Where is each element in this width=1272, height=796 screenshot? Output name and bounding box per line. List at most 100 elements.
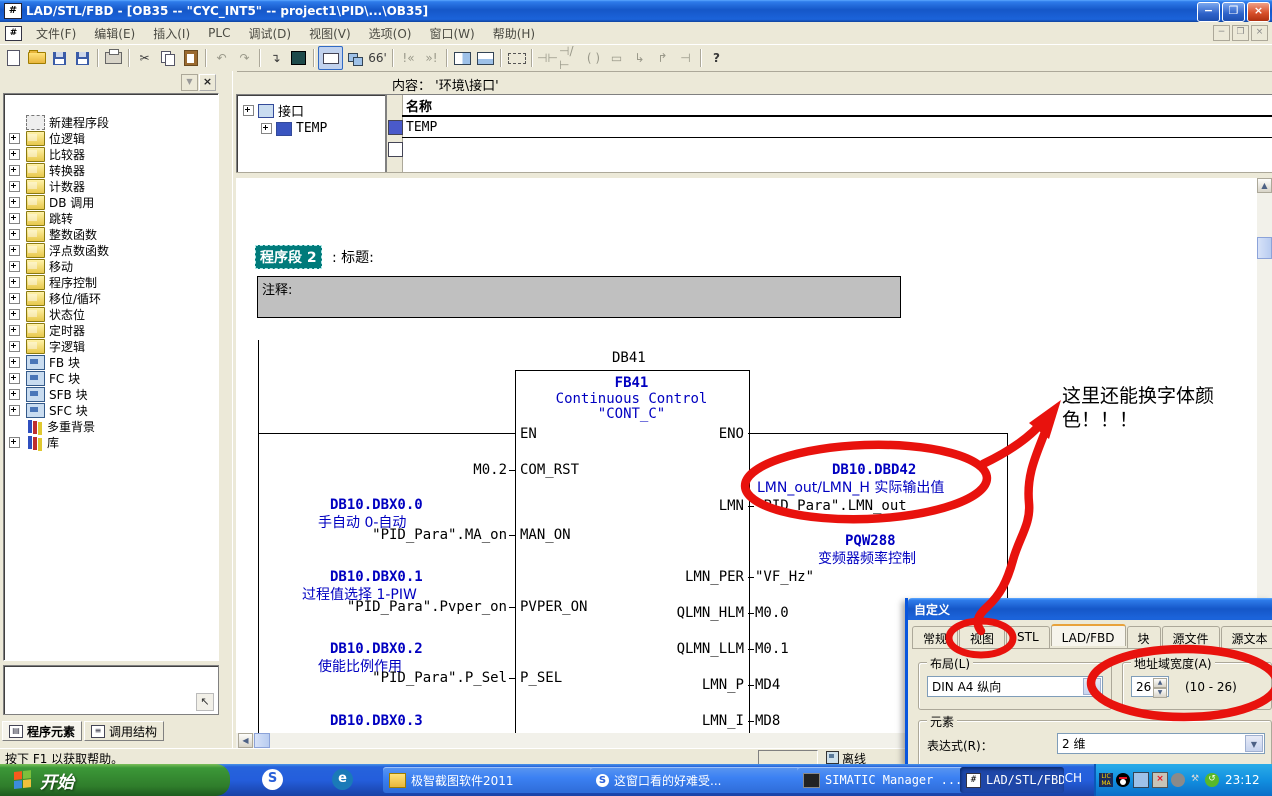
expand-icon[interactable] [9,325,20,336]
cut-button[interactable]: ✂ [133,47,156,69]
download-button[interactable] [287,47,310,69]
operand-pvper-on[interactable]: "PID_Para".Pvper_on [300,599,507,615]
expand-icon[interactable] [9,357,20,368]
paste-button[interactable] [179,47,202,69]
tree-item-sfc-blocks[interactable]: SFC 块 [4,402,88,418]
coil-button[interactable]: ( ) [582,47,605,69]
expand-icon[interactable] [9,293,20,304]
expand-icon[interactable] [9,213,20,224]
expand-icon[interactable] [9,309,20,320]
menu-edit[interactable]: 编辑(E) [85,23,144,44]
operand-man-on[interactable]: "PID_Para".MA_on [300,527,507,543]
audio-muted-tray-icon[interactable]: × [1152,772,1168,788]
new-button[interactable] [2,47,25,69]
language-indicator[interactable]: CH [1065,771,1082,785]
menu-debug[interactable]: 调试(D) [239,23,300,44]
tree-item-shift-rotate[interactable]: 移位/循环 [4,290,101,306]
expand-icon[interactable] [9,277,20,288]
tab-program-elements[interactable]: ▤程序元素 [2,721,82,741]
expand-icon[interactable] [9,229,20,240]
mdi-restore-button[interactable]: ❐ [1232,25,1249,41]
quick-launch-browser-icon[interactable]: e [332,769,353,790]
taskbar-item-screenshot-app[interactable]: 极智截图软件2011 [383,767,595,793]
expression-select[interactable]: 2 维 ▼ [1057,733,1265,754]
mdi-close-button[interactable]: × [1251,25,1268,41]
overview-button[interactable] [474,47,497,69]
mdi-minimize-button[interactable]: − [1213,25,1230,41]
tools-tray-icon[interactable]: ⚒ [1188,773,1202,787]
security-tray-icon[interactable]: ↺ [1205,773,1219,787]
expand-icon[interactable] [9,341,20,352]
network-tray-icon[interactable] [1133,772,1149,788]
expand-icon[interactable] [9,245,20,256]
monitor-button[interactable]: 66' [366,47,389,69]
tree-item-jump[interactable]: 跳转 [4,210,73,226]
save-button[interactable] [71,47,94,69]
spin-down-icon[interactable]: ▼ [1153,688,1167,698]
expand-icon[interactable] [9,149,20,160]
operand-lmn-p[interactable]: MD4 [755,677,780,693]
qq-tray-icon[interactable] [1116,773,1130,787]
next-network-button[interactable]: »! [420,47,443,69]
close-branch-button[interactable]: ↱ [651,47,674,69]
address-width-spinner[interactable]: 26 ▲▼ [1131,676,1169,697]
operand-p-sel[interactable]: "PID_Para".P_Sel [300,670,507,686]
scroll-up-button[interactable]: ▲ [1257,178,1272,193]
clock[interactable]: 23:12 [1225,773,1260,787]
tab-source-text[interactable]: 源文本 [1221,626,1272,648]
dropdown-arrow-icon[interactable]: ▼ [1083,678,1101,695]
close-button[interactable]: × [1247,2,1270,22]
tab-general[interactable]: 常规 [912,626,958,648]
menu-plc[interactable]: PLC [199,24,239,42]
operand-qlmn-llm[interactable]: M0.1 [755,641,789,657]
menu-insert[interactable]: 插入(I) [144,23,199,44]
tree-item-counter[interactable]: 计数器 [4,178,85,194]
layout-select[interactable]: DIN A4 纵向 ▼ [927,676,1103,697]
taskbar-item-chat-window[interactable]: S 这窗口看的好难受... [590,767,802,793]
taskbar-item-lad-stl-fbd[interactable]: # LAD/STL/FBD - [... [960,767,1064,793]
scroll-thumb[interactable] [254,733,270,748]
split-view-button[interactable] [451,47,474,69]
menu-options[interactable]: 选项(O) [360,23,421,44]
minimize-button[interactable]: − [1197,2,1220,22]
tree-item-move[interactable]: 移动 [4,258,73,274]
network-badge[interactable]: 程序段 2 [255,245,322,269]
operand-lmn[interactable]: "PID_Para".LMN_out [755,498,907,514]
expand-icon[interactable] [9,197,20,208]
tree-item-word-logic[interactable]: 字逻辑 [4,338,85,354]
open-branch-button[interactable]: ↳ [628,47,651,69]
connector-button[interactable]: ⊣ [674,47,697,69]
spin-up-icon[interactable]: ▲ [1153,678,1167,688]
tab-lad-fbd[interactable]: LAD/FBD [1051,624,1126,646]
previous-network-button[interactable]: !« [397,47,420,69]
tree-item-db-call[interactable]: DB 调用 [4,194,94,210]
new-network-button[interactable] [505,47,528,69]
quick-launch-sogou-icon[interactable]: S [262,769,283,790]
restore-button[interactable]: ❐ [1222,2,1245,22]
tree-item-comparator[interactable]: 比较器 [4,146,85,162]
scroll-left-button[interactable]: ◀ [238,733,253,748]
goto-location-button[interactable]: ↴ [264,47,287,69]
tab-block[interactable]: 块 [1127,626,1161,648]
tree-item-libraries[interactable]: 库 [4,434,59,450]
tree-item-multi-instance[interactable]: 多重背景 [4,418,95,434]
expand-icon[interactable] [9,437,20,448]
help-pointer-button[interactable]: ? [705,47,728,69]
expand-icon[interactable] [9,165,20,176]
expand-icon[interactable] [9,405,20,416]
tree-item-program-control[interactable]: 程序控制 [4,274,97,290]
operand-com-rst[interactable]: M0.2 [300,462,507,478]
redo-button[interactable]: ↷ [233,47,256,69]
expand-icon[interactable] [261,123,272,134]
tree-item-fb-blocks[interactable]: FB 块 [4,354,80,370]
tab-stl[interactable]: STL [1006,626,1050,648]
panel-close-button[interactable]: × [199,74,216,91]
expand-icon[interactable] [9,133,20,144]
operand-qlmn-hlm[interactable]: M0.0 [755,605,789,621]
tree-item-new-network[interactable]: 新建程序段 [4,114,109,130]
start-button[interactable]: 开始 [0,764,230,796]
volume-tray-icon[interactable] [1171,773,1185,787]
interface-root-node[interactable]: 接口 [243,101,304,120]
symbol-info-button[interactable] [343,47,366,69]
operand-lmn-i[interactable]: MD8 [755,713,780,729]
